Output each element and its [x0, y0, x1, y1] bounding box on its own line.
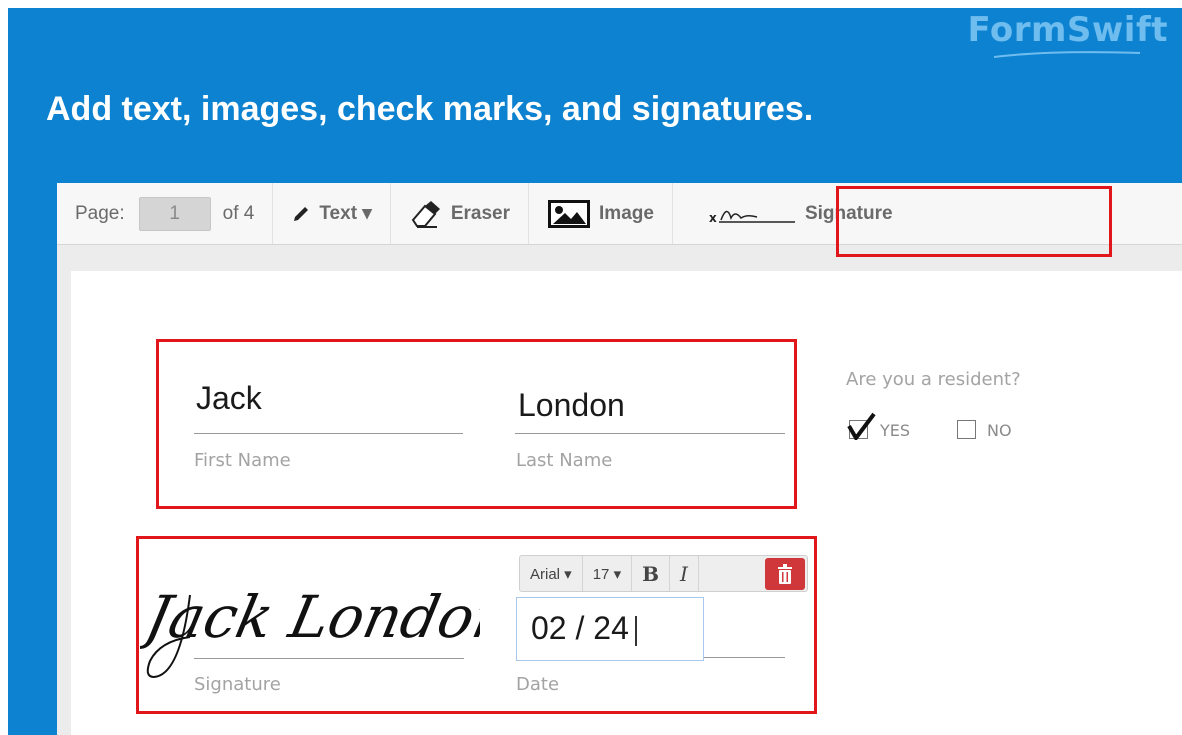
resident-question: Are you a resident? [846, 369, 1021, 390]
text-tool-label: Text ▾ [319, 203, 372, 224]
pencil-icon [294, 206, 309, 221]
yes-label: YES [880, 421, 911, 440]
signature-label: Signature [194, 674, 281, 695]
text-caret [634, 615, 637, 646]
date-label: Date [516, 674, 560, 695]
signature-drawing[interactable]: Jack London [140, 565, 480, 695]
signature-tool-highlight [836, 186, 1112, 257]
page-count: of 4 [222, 202, 255, 224]
signature-icon: x [709, 210, 795, 225]
text-format-toolbar: Arial ▾ 17 ▾ B I [519, 555, 808, 592]
no-label: NO [987, 421, 1012, 440]
signature-underline [194, 658, 464, 659]
image-tool-label: Image [599, 202, 654, 224]
italic-button[interactable]: I [670, 556, 699, 591]
eraser-icon [411, 200, 440, 228]
brand-logo: FormSwift [967, 10, 1168, 50]
last-name-label: Last Name [516, 450, 613, 471]
first-name-label: First Name [194, 450, 291, 471]
eraser-tool-label: Eraser [450, 202, 511, 224]
trash-icon [778, 563, 792, 584]
date-input[interactable]: 02 / 24 [516, 597, 704, 661]
delete-button[interactable] [765, 557, 805, 590]
first-name-value[interactable]: Jack [196, 380, 262, 417]
last-name-underline [515, 433, 785, 434]
page-number-input[interactable]: 1 [138, 196, 211, 231]
bold-button[interactable]: B [632, 556, 671, 591]
brand-swoosh-icon [993, 51, 1141, 58]
image-tool-button[interactable]: Image [529, 183, 673, 244]
last-name-value[interactable]: London [518, 387, 625, 424]
svg-text:x: x [709, 211, 717, 225]
text-tool-button[interactable]: Text ▾ [273, 183, 391, 244]
date-underline [704, 657, 785, 658]
name-fields-highlight [156, 339, 797, 509]
eraser-tool-button[interactable]: Eraser [391, 183, 530, 244]
page-headline: Add text, images, check marks, and signa… [46, 90, 814, 128]
image-icon [548, 199, 591, 228]
font-size-select[interactable]: 17 ▾ [583, 556, 633, 591]
date-value: 02 / 24 [531, 610, 629, 646]
checkmark-icon [847, 412, 876, 440]
font-select[interactable]: Arial ▾ [520, 556, 583, 591]
first-name-underline [194, 433, 463, 434]
page-navigator: Page: 1 of 4 [57, 183, 274, 244]
page-label: Page: [75, 202, 125, 224]
signature-text: Jack London [140, 584, 480, 651]
no-checkbox[interactable] [957, 420, 976, 439]
